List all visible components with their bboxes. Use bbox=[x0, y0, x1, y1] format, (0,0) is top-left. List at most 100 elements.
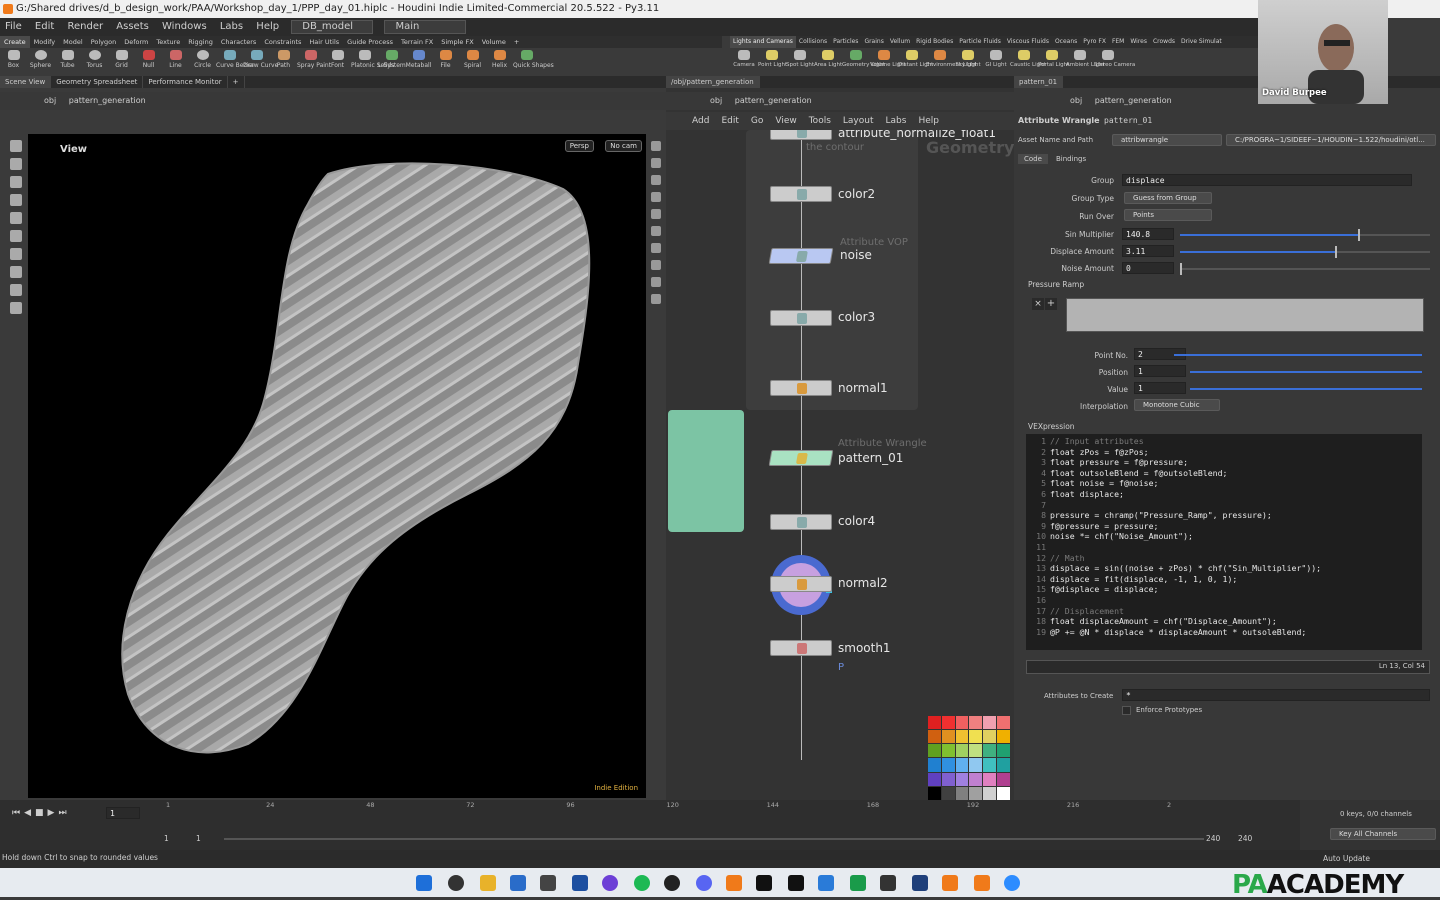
tab-network[interactable]: /obj/pattern_generation bbox=[666, 76, 760, 88]
node-pattern-01[interactable] bbox=[768, 450, 834, 466]
shelf-tab[interactable]: Deform bbox=[120, 36, 152, 48]
palette-swatch[interactable] bbox=[983, 716, 997, 730]
shelf-tab[interactable]: Terrain FX bbox=[397, 36, 437, 48]
tab-scene-view[interactable]: Scene View bbox=[0, 76, 52, 88]
key-all-channels-button[interactable]: Key All Channels bbox=[1330, 828, 1436, 840]
houdini-icon-2[interactable] bbox=[942, 875, 958, 891]
caustic-light-tool[interactable]: Caustic Light bbox=[1010, 48, 1046, 68]
geometry-light-tool[interactable]: Geometry Light bbox=[842, 48, 885, 68]
enforce-prototypes-checkbox[interactable] bbox=[1122, 706, 1131, 715]
palette-swatch[interactable] bbox=[928, 772, 941, 786]
torus-tool[interactable]: Torus bbox=[81, 48, 108, 69]
timeline-ruler[interactable]: 1 24 48 72 96 120 144 168 192 216 2 bbox=[166, 800, 1266, 830]
add-shelf-button[interactable]: + bbox=[510, 36, 523, 48]
desktop-select[interactable]: DB_model bbox=[291, 20, 374, 34]
menu-layout[interactable]: Layout bbox=[837, 112, 880, 130]
shelf-tab[interactable]: FEM bbox=[1109, 36, 1127, 48]
sin-multiplier-slider[interactable] bbox=[1180, 229, 1430, 241]
slider-knob[interactable] bbox=[1180, 263, 1182, 275]
path-root[interactable]: obj bbox=[710, 96, 722, 105]
app-icon[interactable] bbox=[788, 875, 804, 891]
spiral-tool[interactable]: Spiral bbox=[459, 48, 486, 69]
shelf-tab[interactable]: Characters bbox=[217, 36, 260, 48]
palette-swatch[interactable] bbox=[941, 772, 955, 786]
palette-swatch[interactable] bbox=[928, 786, 941, 800]
area-light-tool[interactable]: Area Light bbox=[814, 48, 842, 68]
scale-tool-icon[interactable] bbox=[10, 194, 22, 206]
distant-light-tool[interactable]: Distant Light bbox=[898, 48, 933, 68]
node-normal2[interactable] bbox=[770, 576, 832, 592]
ramp-add-icon[interactable]: + bbox=[1045, 298, 1057, 310]
monitor-icon[interactable] bbox=[912, 875, 928, 891]
points-icon[interactable] bbox=[651, 243, 661, 253]
shelf-tab[interactable]: Grains bbox=[861, 36, 886, 48]
helix-tool[interactable]: Helix bbox=[486, 48, 513, 69]
palette-swatch[interactable] bbox=[928, 730, 941, 744]
davinci-icon[interactable] bbox=[880, 875, 896, 891]
sky-light-tool[interactable]: Sky Light bbox=[954, 48, 982, 68]
sin-multiplier-field[interactable]: 140.8 bbox=[1122, 228, 1174, 240]
palette-swatch[interactable] bbox=[997, 730, 1010, 744]
firefox-icon[interactable] bbox=[602, 875, 618, 891]
live-icon[interactable] bbox=[850, 875, 866, 891]
palette-swatch[interactable] bbox=[983, 744, 997, 758]
shelf-tab[interactable]: Hair Utils bbox=[305, 36, 343, 48]
point-light-tool[interactable]: Point Light bbox=[758, 48, 787, 68]
displace-amount-field[interactable]: 3.11 bbox=[1122, 245, 1174, 257]
shelf-tab[interactable]: Simple FX bbox=[437, 36, 477, 48]
path-tool[interactable]: Path bbox=[270, 48, 297, 69]
spot-light-tool[interactable]: Spot Light bbox=[786, 48, 814, 68]
slider-knob[interactable] bbox=[1357, 229, 1360, 241]
environment-light-tool[interactable]: Environment Light bbox=[926, 48, 977, 68]
network-canvas[interactable]: Geometry the contour attribute_normalize… bbox=[666, 130, 1014, 800]
palette-swatch[interactable] bbox=[997, 758, 1010, 772]
run-over-select[interactable]: Points bbox=[1124, 209, 1212, 221]
grid-display-icon[interactable] bbox=[651, 277, 661, 287]
interpolation-select[interactable]: Monotone Cubic bbox=[1134, 399, 1220, 411]
shelf-tab[interactable]: Particle Fluids bbox=[956, 36, 1004, 48]
auto-update-select[interactable]: Auto Update bbox=[1323, 851, 1370, 867]
asset-path-select[interactable]: C:/PROGRA~1/SIDEEF~1/HOUDIN~1.522/houdin… bbox=[1226, 134, 1436, 146]
path-node[interactable]: pattern_generation bbox=[1095, 96, 1172, 105]
spotify-icon[interactable] bbox=[634, 875, 650, 891]
select-tool-icon[interactable] bbox=[10, 140, 22, 152]
slider-knob[interactable] bbox=[1335, 246, 1337, 258]
menu-assets[interactable]: Assets bbox=[111, 18, 154, 36]
palette-swatch[interactable] bbox=[983, 758, 997, 772]
shelf-tab[interactable]: Guide Process bbox=[343, 36, 397, 48]
network-box-green[interactable] bbox=[668, 410, 744, 532]
menu-help[interactable]: Help bbox=[912, 112, 945, 130]
end-frame[interactable]: 240 bbox=[1206, 834, 1220, 843]
volume-light-tool[interactable]: Volume Light bbox=[870, 48, 906, 68]
noise-amount-slider[interactable] bbox=[1180, 263, 1430, 275]
shelf-tab[interactable]: Create bbox=[0, 36, 30, 48]
menu-view[interactable]: View bbox=[769, 112, 802, 130]
platonic-solids-tool[interactable]: Platonic Solids bbox=[351, 48, 394, 69]
tab-bindings[interactable]: Bindings bbox=[1050, 154, 1092, 164]
shelf-tab[interactable]: Oceans bbox=[1052, 36, 1080, 48]
shelf-tab[interactable]: Particles bbox=[830, 36, 861, 48]
palette-swatch[interactable] bbox=[997, 786, 1010, 800]
palette-swatch[interactable] bbox=[928, 744, 941, 758]
palette-swatch[interactable] bbox=[941, 716, 955, 730]
display-options-icon[interactable] bbox=[651, 141, 661, 151]
palette-swatch[interactable] bbox=[983, 772, 997, 786]
shelf-tab[interactable]: Viscous Fluids bbox=[1004, 36, 1052, 48]
search-icon[interactable] bbox=[448, 875, 464, 891]
shelf-tab[interactable]: Model bbox=[59, 36, 87, 48]
houdini-icon-3[interactable] bbox=[974, 875, 990, 891]
home-icon[interactable] bbox=[651, 158, 661, 168]
palette-swatch[interactable] bbox=[969, 758, 983, 772]
color-palette[interactable] bbox=[928, 716, 1010, 800]
sphere-tool[interactable]: Sphere bbox=[27, 48, 54, 69]
node-color3[interactable] bbox=[770, 310, 832, 326]
box-tool[interactable]: Box bbox=[0, 48, 27, 69]
palette-swatch[interactable] bbox=[955, 786, 969, 800]
position-slider[interactable] bbox=[1190, 371, 1422, 373]
tube-tool[interactable]: Tube bbox=[54, 48, 81, 69]
start-frame[interactable]: 1 bbox=[164, 834, 169, 843]
noise-amount-field[interactable]: 0 bbox=[1122, 262, 1174, 274]
palette-swatch[interactable] bbox=[955, 744, 969, 758]
metaball-tool[interactable]: Metaball bbox=[405, 48, 432, 69]
menu-labs[interactable]: Labs bbox=[880, 112, 913, 130]
